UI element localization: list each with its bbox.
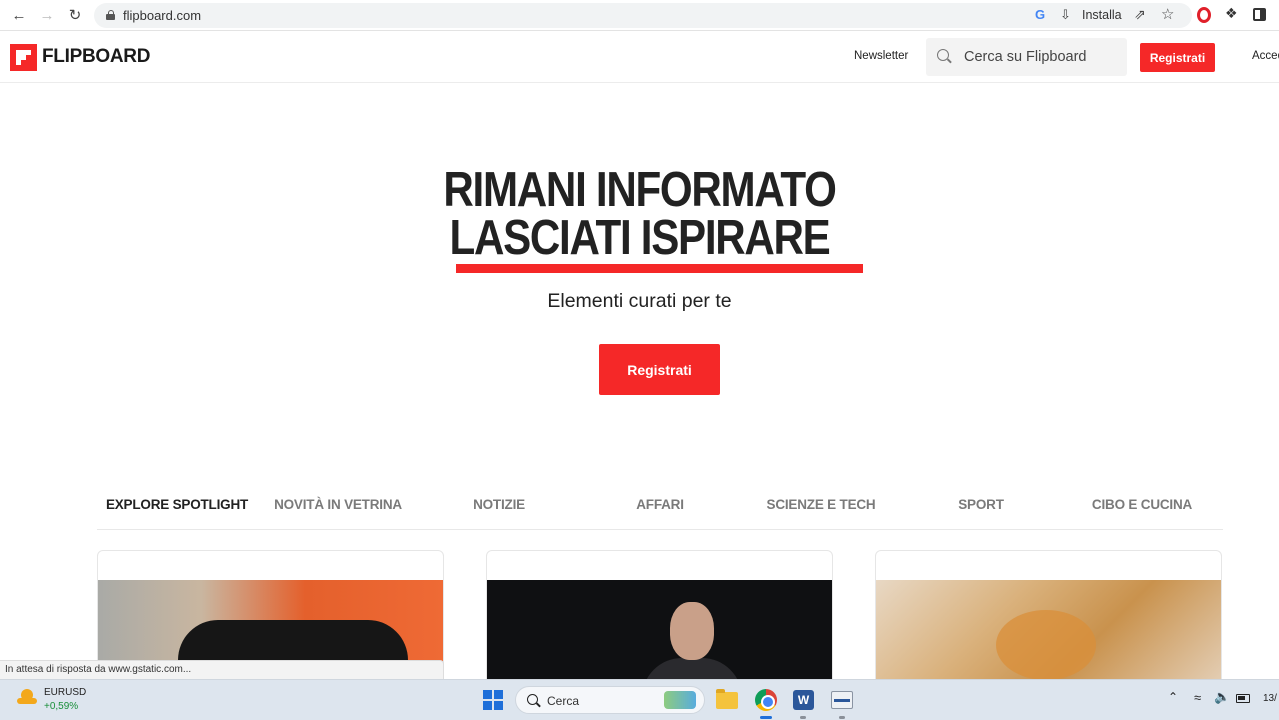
wifi-icon[interactable]: ≈ [1194, 690, 1201, 705]
tab-scienze-e-tech[interactable]: SCIENZE E TECH [767, 497, 876, 512]
tab-novita-in-vetrina[interactable]: NOVITÀ IN VETRINA [274, 497, 402, 512]
chevron-up-icon[interactable]: ⌃ [1168, 690, 1178, 704]
hero-underline [456, 264, 863, 273]
tab-affari[interactable]: AFFARI [636, 497, 684, 512]
address-bar[interactable]: flipboard.com G ⇩ Installa ⇗ ☆ [94, 3, 1192, 28]
bookmark-star-icon[interactable]: ☆ [1161, 5, 1174, 23]
install-button[interactable]: Installa [1082, 8, 1122, 22]
google-icon[interactable]: G [1035, 7, 1045, 22]
tab-cibo-e-cucina[interactable]: CIBO E CUCINA [1092, 497, 1192, 512]
install-icon[interactable]: ⇩ [1060, 7, 1071, 23]
site-search-input[interactable]: Cerca su Flipboard [926, 38, 1127, 76]
url-text[interactable]: flipboard.com [123, 8, 201, 23]
word-icon[interactable]: W [793, 690, 814, 710]
back-icon[interactable]: ← [8, 5, 30, 25]
lock-icon[interactable] [106, 10, 115, 20]
tab-notizie[interactable]: NOTIZIE [473, 497, 525, 512]
search-highlight-icon [664, 691, 696, 709]
chrome-icon[interactable] [755, 689, 777, 711]
site-header: FLIPBOARD Newsletter Cerca su Flipboard … [0, 31, 1279, 83]
file-explorer-icon[interactable] [716, 689, 738, 709]
search-placeholder: Cerca su Flipboard [964, 49, 1087, 65]
running-app-indicator [839, 716, 845, 719]
story-card-image[interactable] [487, 580, 832, 689]
hero-register-button[interactable]: Registrati [599, 344, 720, 395]
extensions-puzzle-icon[interactable]: ❖ [1225, 5, 1238, 22]
opera-extension-icon[interactable] [1197, 7, 1211, 23]
story-card[interactable] [486, 550, 833, 690]
market-widget-icon[interactable] [17, 689, 37, 705]
reload-icon[interactable]: ↻ [64, 5, 86, 25]
tab-explore-spotlight[interactable]: EXPLORE SPOTLIGHT [106, 497, 248, 512]
volume-icon[interactable]: 🔈 [1214, 689, 1230, 705]
newsletter-link[interactable]: Newsletter [854, 50, 908, 62]
browser-status-text: In attesa di risposta da www.gstatic.com… [0, 660, 444, 679]
ticker-name[interactable]: EURUSD [44, 687, 86, 698]
story-card[interactable] [875, 550, 1222, 690]
search-icon [527, 694, 538, 705]
running-app-indicator [800, 716, 806, 719]
clock-date[interactable]: 13/ [1263, 693, 1277, 704]
ticker-value[interactable]: +0,59% [44, 701, 78, 712]
hero-title-line2: LASCIATI ISPIRARE [449, 211, 831, 265]
active-app-indicator [760, 716, 772, 719]
category-tabs: EXPLORE SPOTLIGHT NOVITÀ IN VETRINA NOTI… [97, 488, 1223, 530]
taskbar-search-box[interactable]: Cerca [515, 686, 705, 714]
app-window-icon[interactable] [831, 691, 853, 709]
battery-icon[interactable] [1236, 694, 1250, 703]
share-icon[interactable]: ⇗ [1134, 6, 1146, 23]
side-panel-icon[interactable] [1253, 8, 1266, 21]
search-icon [937, 49, 949, 61]
logo-wordmark[interactable]: FLIPBOARD [42, 46, 150, 68]
hero-subtitle: Elementi curati per te [547, 290, 732, 312]
forward-icon[interactable]: → [36, 5, 58, 25]
flipboard-logo-icon[interactable] [10, 44, 37, 71]
browser-toolbar: ← → ↻ flipboard.com G ⇩ Installa ⇗ ☆ ❖ [0, 0, 1279, 31]
login-link[interactable]: Accedi [1252, 50, 1279, 62]
windows-start-icon[interactable] [483, 690, 503, 710]
header-register-button[interactable]: Registrati [1140, 43, 1215, 72]
windows-taskbar: EURUSD +0,59% Cerca W ⌃ ≈ 🔈 13/ [0, 679, 1279, 720]
story-card-image[interactable] [876, 580, 1221, 689]
taskbar-search-label: Cerca [547, 694, 580, 708]
tab-sport[interactable]: SPORT [958, 497, 1004, 512]
